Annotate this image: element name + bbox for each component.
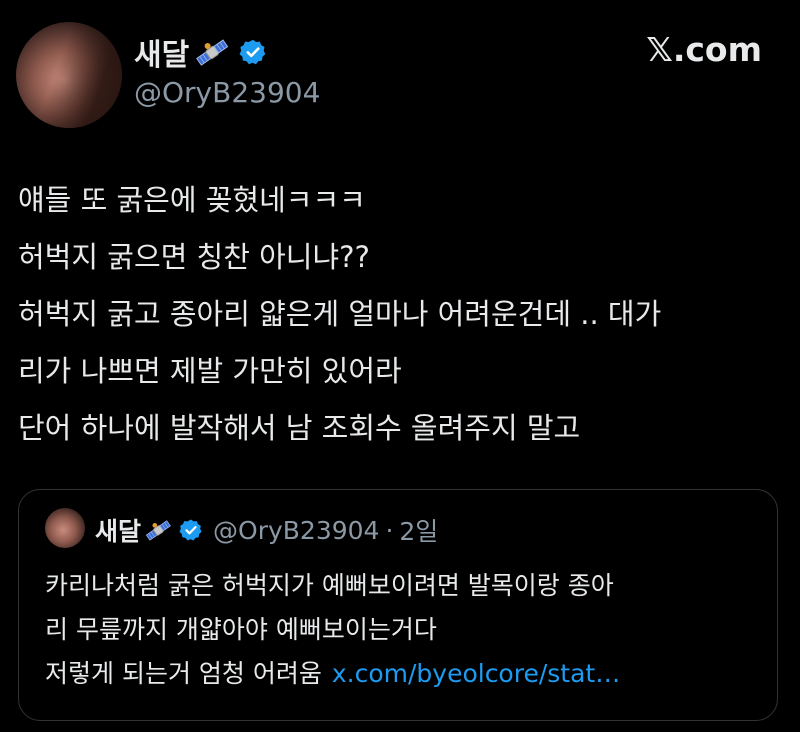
quoted-line-text: 저렇게 되는거 엄청 어려움 (45, 659, 322, 688)
quoted-line: 카리나처럼 굵은 허벅지가 예뻐보이려면 발목이랑 종아 (45, 571, 614, 600)
tweet-card: 새달 @OryB23904 𝕏.com 얘들 또 굵은에 꽂혔네ㅋㅋㅋ 허벅지 … (0, 0, 800, 732)
tweet-line: 리가 나쁘면 제발 가만히 있어라 (18, 354, 402, 388)
quoted-line-with-link: 저렇게 되는거 엄청 어려움 x.com/byeolcore/stat… (45, 652, 765, 696)
quoted-author-display-name[interactable]: 새달 (95, 512, 141, 548)
verified-badge-icon (239, 39, 266, 65)
author-handle[interactable]: @OryB23904 (134, 76, 320, 109)
quoted-timestamp[interactable]: 2일 (399, 512, 438, 548)
author-name-row: 새달 (134, 30, 267, 74)
quoted-author-handle[interactable]: @OryB23904 (213, 516, 379, 545)
header-separator: · (385, 515, 394, 545)
author-avatar[interactable] (16, 22, 122, 128)
author-display-name[interactable]: 새달 (134, 30, 189, 74)
tweet-body: 얘들 또 굵은에 꽂혔네ㅋㅋㅋ 허벅지 굵으면 칭찬 아니냐?? 허벅지 굵고 … (18, 172, 788, 457)
avatar-shading (16, 22, 122, 128)
satellite-icon (145, 520, 171, 541)
quoted-tweet-card[interactable]: 새달 @OryB23904 · 2일 카리나처럼 굵은 허벅지가 예뻐보이려면 … (18, 489, 778, 721)
x-logo-site-label: 𝕏.com (646, 30, 762, 69)
quoted-author-avatar[interactable] (45, 508, 85, 548)
tweet-line: 허벅지 굵고 종아리 얇은게 얼마나 어려운건데 .. 대가 (18, 297, 662, 331)
quoted-tweet-header: 새달 @OryB23904 · 2일 (95, 510, 438, 550)
quoted-tweet-body: 카리나처럼 굵은 허벅지가 예뻐보이려면 발목이랑 종아 리 무릎까지 개얇아야… (45, 564, 765, 696)
verified-badge-icon (179, 519, 202, 541)
quoted-line: 리 무릎까지 개얇아야 예뻐보이는거다 (45, 615, 437, 644)
tweet-line: 얘들 또 굵은에 꽂혔네ㅋㅋㅋ (18, 183, 366, 217)
tweet-line: 단어 하나에 발작해서 남 조회수 올려주지 말고 (18, 411, 581, 445)
satellite-icon (196, 39, 229, 66)
tweet-line: 허벅지 굵으면 칭찬 아니냐?? (18, 240, 370, 274)
quoted-tweet-link[interactable]: x.com/byeolcore/stat… (332, 659, 620, 688)
